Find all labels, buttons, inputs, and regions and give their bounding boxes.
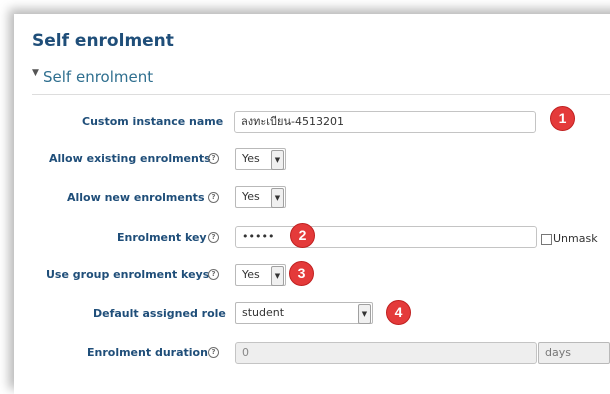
allow-existing-enrolments-select[interactable]: Yes ▼ bbox=[235, 148, 286, 170]
enrolment-key-input[interactable]: ••••• bbox=[235, 226, 537, 248]
use-group-enrolment-keys-label: Use group enrolment keys bbox=[46, 268, 210, 281]
section-title[interactable]: Self enrolment bbox=[43, 68, 153, 86]
annotation-badge-3: 3 bbox=[289, 261, 314, 286]
chevron-down-icon: ▼ bbox=[271, 150, 284, 170]
enrolment-duration-input[interactable]: 0 bbox=[235, 342, 537, 364]
help-icon[interactable]: ? bbox=[208, 192, 219, 203]
enrolment-key-label: Enrolment key bbox=[117, 231, 207, 244]
page-title: Self enrolment bbox=[32, 31, 174, 51]
use-group-enrolment-keys-value: Yes bbox=[242, 268, 260, 281]
custom-instance-name-input[interactable]: ลงทะเบียน-4513201 bbox=[234, 111, 536, 133]
chevron-down-icon: ▼ bbox=[271, 188, 284, 208]
annotation-badge-4: 4 bbox=[386, 300, 411, 325]
chevron-down-icon: ▼ bbox=[358, 304, 371, 324]
help-icon[interactable]: ? bbox=[208, 347, 219, 358]
allow-new-enrolments-label: Allow new enrolments bbox=[67, 191, 205, 204]
section-header[interactable]: ▼ Self enrolment bbox=[32, 68, 610, 95]
unmask-label[interactable]: Unmask bbox=[553, 232, 598, 246]
allow-existing-enrolments-value: Yes bbox=[242, 152, 260, 165]
enrolment-duration-unit-value: days bbox=[545, 346, 571, 359]
help-icon[interactable]: ? bbox=[208, 269, 219, 280]
unmask-checkbox[interactable] bbox=[541, 234, 552, 245]
default-assigned-role-value: student bbox=[242, 306, 285, 319]
custom-instance-name-label: Custom instance name bbox=[82, 115, 224, 128]
allow-new-enrolments-select[interactable]: Yes ▼ bbox=[235, 186, 286, 208]
enrolment-duration-unit-select[interactable]: days bbox=[538, 342, 610, 364]
allow-new-enrolments-value: Yes bbox=[242, 190, 260, 203]
annotation-badge-1: 1 bbox=[550, 106, 575, 131]
allow-existing-enrolments-label: Allow existing enrolments bbox=[49, 152, 211, 165]
annotation-badge-2: 2 bbox=[290, 223, 315, 248]
chevron-down-icon: ▼ bbox=[271, 266, 284, 286]
help-icon[interactable]: ? bbox=[208, 153, 219, 164]
use-group-enrolment-keys-select[interactable]: Yes ▼ bbox=[235, 264, 286, 286]
help-icon[interactable]: ? bbox=[208, 232, 219, 243]
caret-down-icon[interactable]: ▼ bbox=[32, 68, 39, 78]
default-assigned-role-label: Default assigned role bbox=[93, 307, 226, 320]
enrolment-duration-label: Enrolment duration bbox=[87, 346, 208, 359]
default-assigned-role-select[interactable]: student ▼ bbox=[235, 302, 373, 324]
